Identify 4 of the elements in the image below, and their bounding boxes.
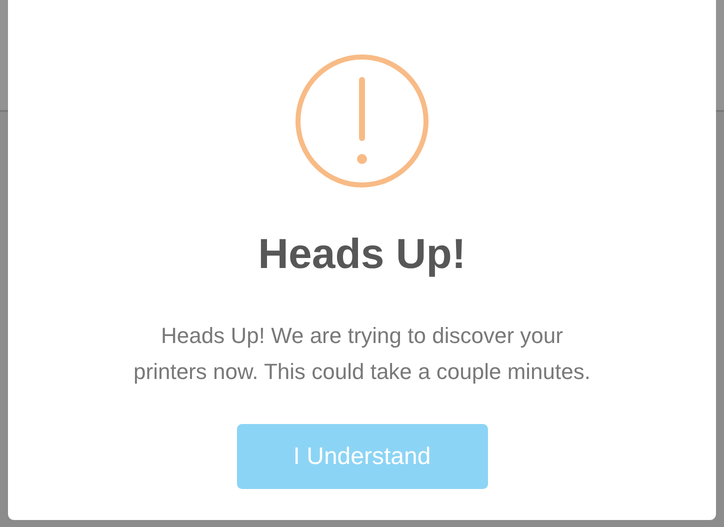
warning-icon xyxy=(295,54,429,188)
confirm-button[interactable]: I Understand xyxy=(236,424,488,489)
dialog-title: Heads Up! xyxy=(258,229,466,279)
dialog-message: Heads Up! We are trying to discover your printers now. This could take a couple minutes. xyxy=(132,322,592,386)
